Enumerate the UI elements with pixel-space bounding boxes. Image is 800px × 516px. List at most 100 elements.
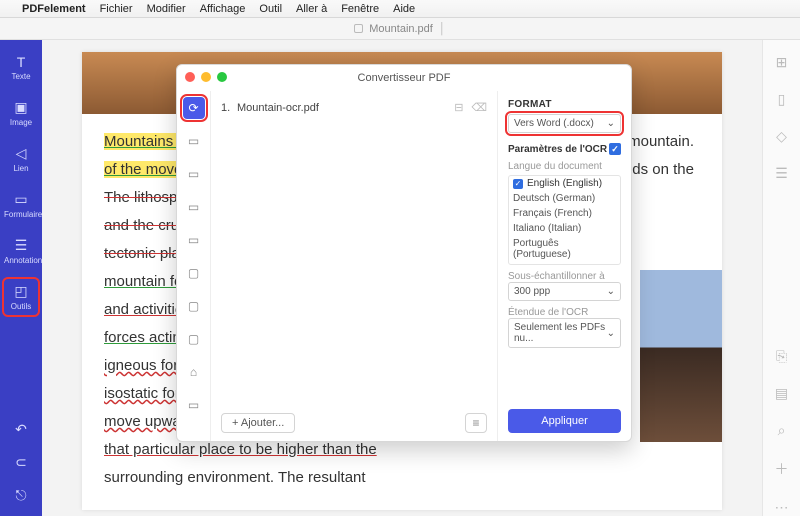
sidebar-label: Outils xyxy=(4,302,38,311)
sidebar-item-lien[interactable]: ◁ Lien xyxy=(4,141,38,177)
bookmark-icon[interactable]: ◇ xyxy=(776,128,787,145)
converter-dialog: Convertisseur PDF ⟳ ▭ ▭ ▭ ▭ ▢ ▢ ▢ ⌂ ▭ 1.… xyxy=(176,64,632,442)
tool-lock[interactable]: ⌂ xyxy=(183,361,205,383)
menu-aide[interactable]: Aide xyxy=(393,3,415,15)
lang-label: Langue du document xyxy=(508,161,621,172)
doc-line-5: tectonic pla xyxy=(104,245,180,262)
text-icon: T xyxy=(4,54,38,70)
ocr-label-text: Paramètres de l'OCR xyxy=(508,144,607,155)
lang-option-french[interactable]: Français (French) xyxy=(509,206,620,221)
close-icon[interactable] xyxy=(185,72,195,82)
stack-icon[interactable]: ▤ xyxy=(775,385,788,402)
apply-button[interactable]: Appliquer xyxy=(508,409,621,433)
link-icon: ◁ xyxy=(4,145,38,162)
tool-word[interactable]: ⟳ xyxy=(183,97,205,119)
range-select[interactable]: Seulement les PDFs nu... ⌄ xyxy=(508,318,621,348)
tool-image[interactable]: ▭ xyxy=(183,196,205,218)
sidebar-bottom: ↶ ⊂ ⎋ xyxy=(4,417,38,516)
form-icon: ▭ xyxy=(4,191,38,208)
tool-excel[interactable]: ▭ xyxy=(183,130,205,152)
chevron-down-icon: ⌄ xyxy=(607,328,615,339)
file-row[interactable]: 1. Mountain-ocr.pdf ⊟ ⌫ xyxy=(221,101,487,114)
user-icon: ⎋ xyxy=(4,487,38,504)
sidebar-back[interactable]: ⊂ xyxy=(4,450,38,477)
zoom-icon[interactable] xyxy=(217,72,227,82)
tool-text[interactable]: ▭ xyxy=(183,229,205,251)
document-tab-name[interactable]: Mountain.pdf xyxy=(369,23,433,35)
list-view-icon[interactable]: ≡ xyxy=(465,413,487,433)
left-sidebar: T Texte ▣Image ◁ Lien ▭ Formulaire ☰ Annotat… xyxy=(0,40,42,516)
grid-icon[interactable]: ⊞ xyxy=(776,54,788,71)
list-icon[interactable]: ☰ xyxy=(775,165,788,182)
menu-aller[interactable]: Aller à xyxy=(296,3,327,15)
sidebar-label: Formulaire xyxy=(4,210,38,219)
doc-line-12: that particular place to be higher than … xyxy=(104,441,377,458)
sidebar-label: Annotations xyxy=(4,256,38,265)
sidebar-user[interactable]: ⎋ xyxy=(4,483,38,510)
format-select[interactable]: Vers Word (.docx) ⌄ xyxy=(508,114,621,133)
right-toolbar: ⊞ ▯ ◇ ☰ ⎘ ▤ ⌕ ＋ ⋯ xyxy=(762,40,800,516)
chevron-down-icon: ⌄ xyxy=(607,286,615,297)
undo-icon: ↶ xyxy=(4,421,38,438)
lang-option-german[interactable]: Deutsch (German) xyxy=(509,191,620,206)
document-tabbar: Mountain.pdf │ xyxy=(0,18,800,40)
add-file-button[interactable]: + Ajouter... xyxy=(221,413,295,433)
search-icon[interactable]: ⌕ xyxy=(778,422,786,439)
more-icon[interactable]: ⋯ xyxy=(775,499,789,516)
traffic-lights xyxy=(185,72,227,82)
doc-line-7: and activitie xyxy=(104,301,183,318)
sidebar-item-outils[interactable]: ◰Outils xyxy=(4,279,38,315)
lang-option-portuguese[interactable]: Português (Portuguese) xyxy=(509,236,620,262)
plus-icon[interactable]: ＋ xyxy=(775,459,789,479)
annotations-icon: ☰ xyxy=(4,237,38,254)
lang-option-spanish[interactable]: Español (Spanish) xyxy=(509,262,620,265)
doc-line-3: The lithosph xyxy=(104,189,186,206)
sidebar-item-formulaire[interactable]: ▭ Formulaire xyxy=(4,187,38,223)
range-label: Étendue de l'OCR xyxy=(508,307,621,318)
lang-option-italian[interactable]: Italiano (Italian) xyxy=(509,221,620,236)
file-settings-icon[interactable]: ⊟ xyxy=(454,101,463,114)
sidebar-label: Lien xyxy=(4,164,38,173)
chevron-down-icon: ⌄ xyxy=(607,118,615,129)
doc-line-9: igneous for xyxy=(104,357,178,374)
language-list[interactable]: ✓English (English) Deutsch (German) Fran… xyxy=(508,175,621,265)
page-icon[interactable]: ▯ xyxy=(778,91,786,108)
doc-side-image xyxy=(640,270,722,442)
copy-icon[interactable]: ⎘ xyxy=(776,348,787,365)
downsample-select[interactable]: 300 ppp ⌄ xyxy=(508,282,621,301)
doc-icon xyxy=(354,24,363,33)
tool-html[interactable]: ▢ xyxy=(183,295,205,317)
tool-rtf[interactable]: ▢ xyxy=(183,328,205,350)
ocr-enable-checkbox[interactable]: ✓ xyxy=(609,143,621,155)
sidebar-item-image[interactable]: ▣Image xyxy=(4,95,38,131)
lang-option-english[interactable]: ✓English (English) xyxy=(509,176,620,191)
options-panel: FORMAT Vers Word (.docx) ⌄ Paramètres de… xyxy=(497,91,631,441)
macos-menubar: PDFelement Fichier Modifier Affichage Ou… xyxy=(0,0,800,18)
doc-line-4: and the cru xyxy=(104,217,179,234)
menu-fichier[interactable]: Fichier xyxy=(100,3,133,15)
doc-line-2a: of the move xyxy=(104,161,182,178)
file-remove-icon[interactable]: ⌫ xyxy=(471,101,487,114)
file-index: 1. xyxy=(221,102,237,114)
doc-line-13: surrounding environment. The resultant xyxy=(104,469,366,486)
downsample-value: 300 ppp xyxy=(514,286,550,297)
sidebar-label: Texte xyxy=(4,72,38,81)
format-label: FORMAT xyxy=(508,99,621,110)
menu-affichage[interactable]: Affichage xyxy=(200,3,246,15)
doc-line-1a: Mountains a xyxy=(104,133,186,150)
doc-line-10: isostatic for xyxy=(104,385,180,402)
menu-modifier[interactable]: Modifier xyxy=(147,3,186,15)
menu-outil[interactable]: Outil xyxy=(259,3,282,15)
sidebar-item-texte[interactable]: T Texte xyxy=(4,50,38,85)
tool-ppt[interactable]: ▭ xyxy=(183,163,205,185)
minimize-icon[interactable] xyxy=(201,72,211,82)
doc-line-11: move upwa xyxy=(104,413,181,430)
sidebar-item-annotations[interactable]: ☰ Annotations xyxy=(4,233,38,269)
app-name[interactable]: PDFelement xyxy=(22,3,86,15)
menu-fenetre[interactable]: Fenêtre xyxy=(341,3,379,15)
tool-other[interactable]: ▭ xyxy=(183,394,205,416)
sidebar-undo[interactable]: ↶ xyxy=(4,417,38,444)
image-icon: ▣ xyxy=(4,99,38,116)
tool-epub[interactable]: ▢ xyxy=(183,262,205,284)
lang-label-text: English (English) xyxy=(527,178,602,189)
